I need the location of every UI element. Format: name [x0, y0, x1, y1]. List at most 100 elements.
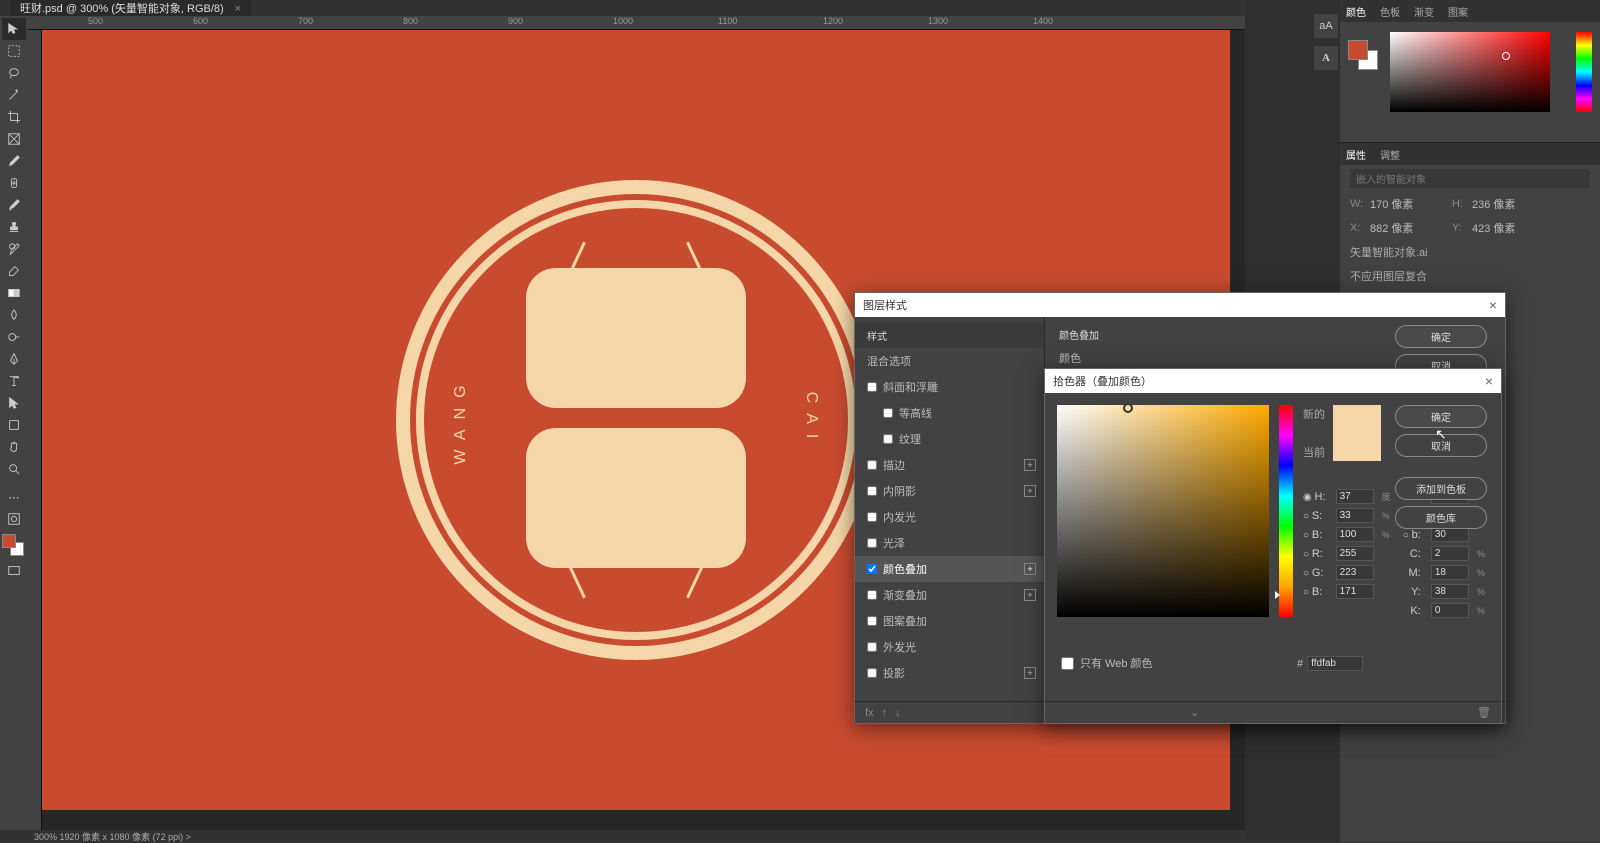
chevron-down-icon[interactable]: ⌄	[1190, 706, 1199, 719]
k-input[interactable]	[1431, 603, 1469, 618]
ls-checkbox[interactable]	[867, 382, 877, 392]
close-icon[interactable]: ×	[1489, 297, 1497, 313]
prop-h-value[interactable]: 236 像素	[1472, 196, 1546, 212]
lasso-tool-icon[interactable]	[2, 62, 26, 84]
s-input[interactable]	[1336, 508, 1374, 523]
color-field[interactable]	[1390, 32, 1550, 112]
marquee-tool-icon[interactable]	[2, 40, 26, 62]
move-tool-icon[interactable]	[2, 18, 26, 40]
character-panel-icon[interactable]: A	[1314, 46, 1338, 70]
brush-tool-icon[interactable]	[2, 194, 26, 216]
dodge-tool-icon[interactable]	[2, 326, 26, 348]
ls-checkbox[interactable]	[883, 408, 893, 418]
gradient-tool-icon[interactable]	[2, 282, 26, 304]
tab-gradients[interactable]: 渐变	[1414, 4, 1434, 19]
ls-item-等高线[interactable]: 等高线	[855, 400, 1044, 426]
ls-item-内发光[interactable]: 内发光	[855, 504, 1044, 530]
blue-input[interactable]	[1336, 584, 1374, 599]
ok-button[interactable]: 确定	[1395, 325, 1487, 348]
dialog-titlebar[interactable]: 拾色器（叠加颜色） ×	[1045, 369, 1501, 393]
current-color-swatch[interactable]	[1333, 433, 1381, 461]
c-input[interactable]	[1431, 546, 1469, 561]
frame-tool-icon[interactable]	[2, 128, 26, 150]
edit-toolbar-icon[interactable]: ⋯	[2, 486, 26, 508]
ls-checkbox[interactable]	[867, 538, 877, 548]
tab-swatches[interactable]: 色板	[1380, 4, 1400, 19]
fx-icon[interactable]: fx	[865, 707, 874, 719]
tab-color[interactable]: 颜色	[1346, 4, 1366, 19]
color-field[interactable]	[1057, 405, 1269, 617]
screen-mode-icon[interactable]	[2, 560, 26, 582]
tab-patterns[interactable]: 图案	[1448, 4, 1468, 19]
ls-item-斜面和浮雕[interactable]: 斜面和浮雕	[855, 374, 1044, 400]
shape-tool-icon[interactable]	[2, 414, 26, 436]
cancel-button[interactable]: 取消	[1395, 434, 1487, 457]
stamp-tool-icon[interactable]	[2, 216, 26, 238]
foreground-color-swatch[interactable]	[2, 534, 16, 548]
hue-slider[interactable]	[1576, 32, 1592, 112]
eraser-tool-icon[interactable]	[2, 260, 26, 282]
ls-checkbox[interactable]	[867, 460, 877, 470]
trash-icon[interactable]: 🗑	[1477, 706, 1491, 719]
history-brush-tool-icon[interactable]	[2, 238, 26, 260]
ls-item-描边[interactable]: 描边+	[855, 452, 1044, 478]
ls-checkbox[interactable]	[883, 434, 893, 444]
ls-item-内阴影[interactable]: 内阴影+	[855, 478, 1044, 504]
ls-checkbox[interactable]	[867, 512, 877, 522]
color-library-button[interactable]: 颜色库	[1395, 506, 1487, 529]
ls-item-纹理[interactable]: 纹理	[855, 426, 1044, 452]
ls-item-投影[interactable]: 投影+	[855, 660, 1044, 686]
eyedropper-tool-icon[interactable]	[2, 150, 26, 172]
ok-button[interactable]: 确定	[1395, 405, 1487, 428]
ls-checkbox[interactable]	[867, 486, 877, 496]
ls-item-图案叠加[interactable]: 图案叠加	[855, 608, 1044, 634]
plus-icon[interactable]: +	[1024, 485, 1036, 497]
quick-mask-toggle-icon[interactable]	[2, 508, 26, 530]
healing-tool-icon[interactable]	[2, 172, 26, 194]
zoom-tool-icon[interactable]	[2, 458, 26, 480]
ls-checkbox[interactable]	[867, 642, 877, 652]
ls-checkbox[interactable]	[867, 616, 877, 626]
crop-tool-icon[interactable]	[2, 106, 26, 128]
ls-item-颜色叠加[interactable]: 颜色叠加+	[855, 556, 1044, 582]
hue-slider[interactable]	[1279, 405, 1293, 617]
ls-checkbox[interactable]	[867, 590, 877, 600]
y-input[interactable]	[1431, 584, 1469, 599]
m-input[interactable]	[1431, 565, 1469, 580]
close-icon[interactable]: ×	[1485, 373, 1493, 389]
pen-tool-icon[interactable]	[2, 348, 26, 370]
type-tool-icon[interactable]	[2, 370, 26, 392]
path-select-tool-icon[interactable]	[2, 392, 26, 414]
dialog-titlebar[interactable]: 图层样式 ×	[855, 293, 1505, 317]
g-input[interactable]	[1336, 565, 1374, 580]
b-input[interactable]	[1336, 527, 1374, 542]
h-input[interactable]	[1336, 489, 1374, 504]
close-tab-icon[interactable]: ×	[235, 3, 241, 15]
tab-properties[interactable]: 属性	[1346, 147, 1366, 162]
plus-icon[interactable]: +	[1024, 667, 1036, 679]
blur-tool-icon[interactable]	[2, 304, 26, 326]
hand-tool-icon[interactable]	[2, 436, 26, 458]
plus-icon[interactable]: +	[1024, 459, 1036, 471]
up-icon[interactable]: ↑	[882, 707, 888, 719]
ls-blending-options[interactable]: 混合选项	[855, 348, 1044, 374]
ls-item-光泽[interactable]: 光泽	[855, 530, 1044, 556]
r-input[interactable]	[1336, 546, 1374, 561]
add-swatch-button[interactable]: 添加到色板	[1395, 477, 1487, 500]
down-icon[interactable]: ↓	[895, 707, 901, 719]
prop-w-value[interactable]: 170 像素	[1370, 196, 1444, 212]
web-colors-checkbox[interactable]: 只有 Web 颜色	[1061, 655, 1153, 671]
ruler-vertical[interactable]	[28, 30, 42, 830]
ls-checkbox[interactable]	[867, 564, 877, 574]
foreground-background-swatch[interactable]	[2, 534, 24, 556]
hex-input[interactable]	[1307, 656, 1363, 671]
wand-tool-icon[interactable]	[2, 84, 26, 106]
plus-icon[interactable]: +	[1024, 563, 1036, 575]
plus-icon[interactable]: +	[1024, 589, 1036, 601]
ruler-horizontal[interactable]: 500 600 700 800 900 1000 1100 1200 1300 …	[28, 16, 1245, 30]
lab-b-input[interactable]	[1431, 527, 1469, 542]
ls-item-渐变叠加[interactable]: 渐变叠加+	[855, 582, 1044, 608]
prop-y-value[interactable]: 423 像素	[1472, 220, 1546, 236]
effects-panel-icon[interactable]: aA	[1314, 14, 1338, 38]
tab-adjustments[interactable]: 调整	[1380, 147, 1400, 162]
